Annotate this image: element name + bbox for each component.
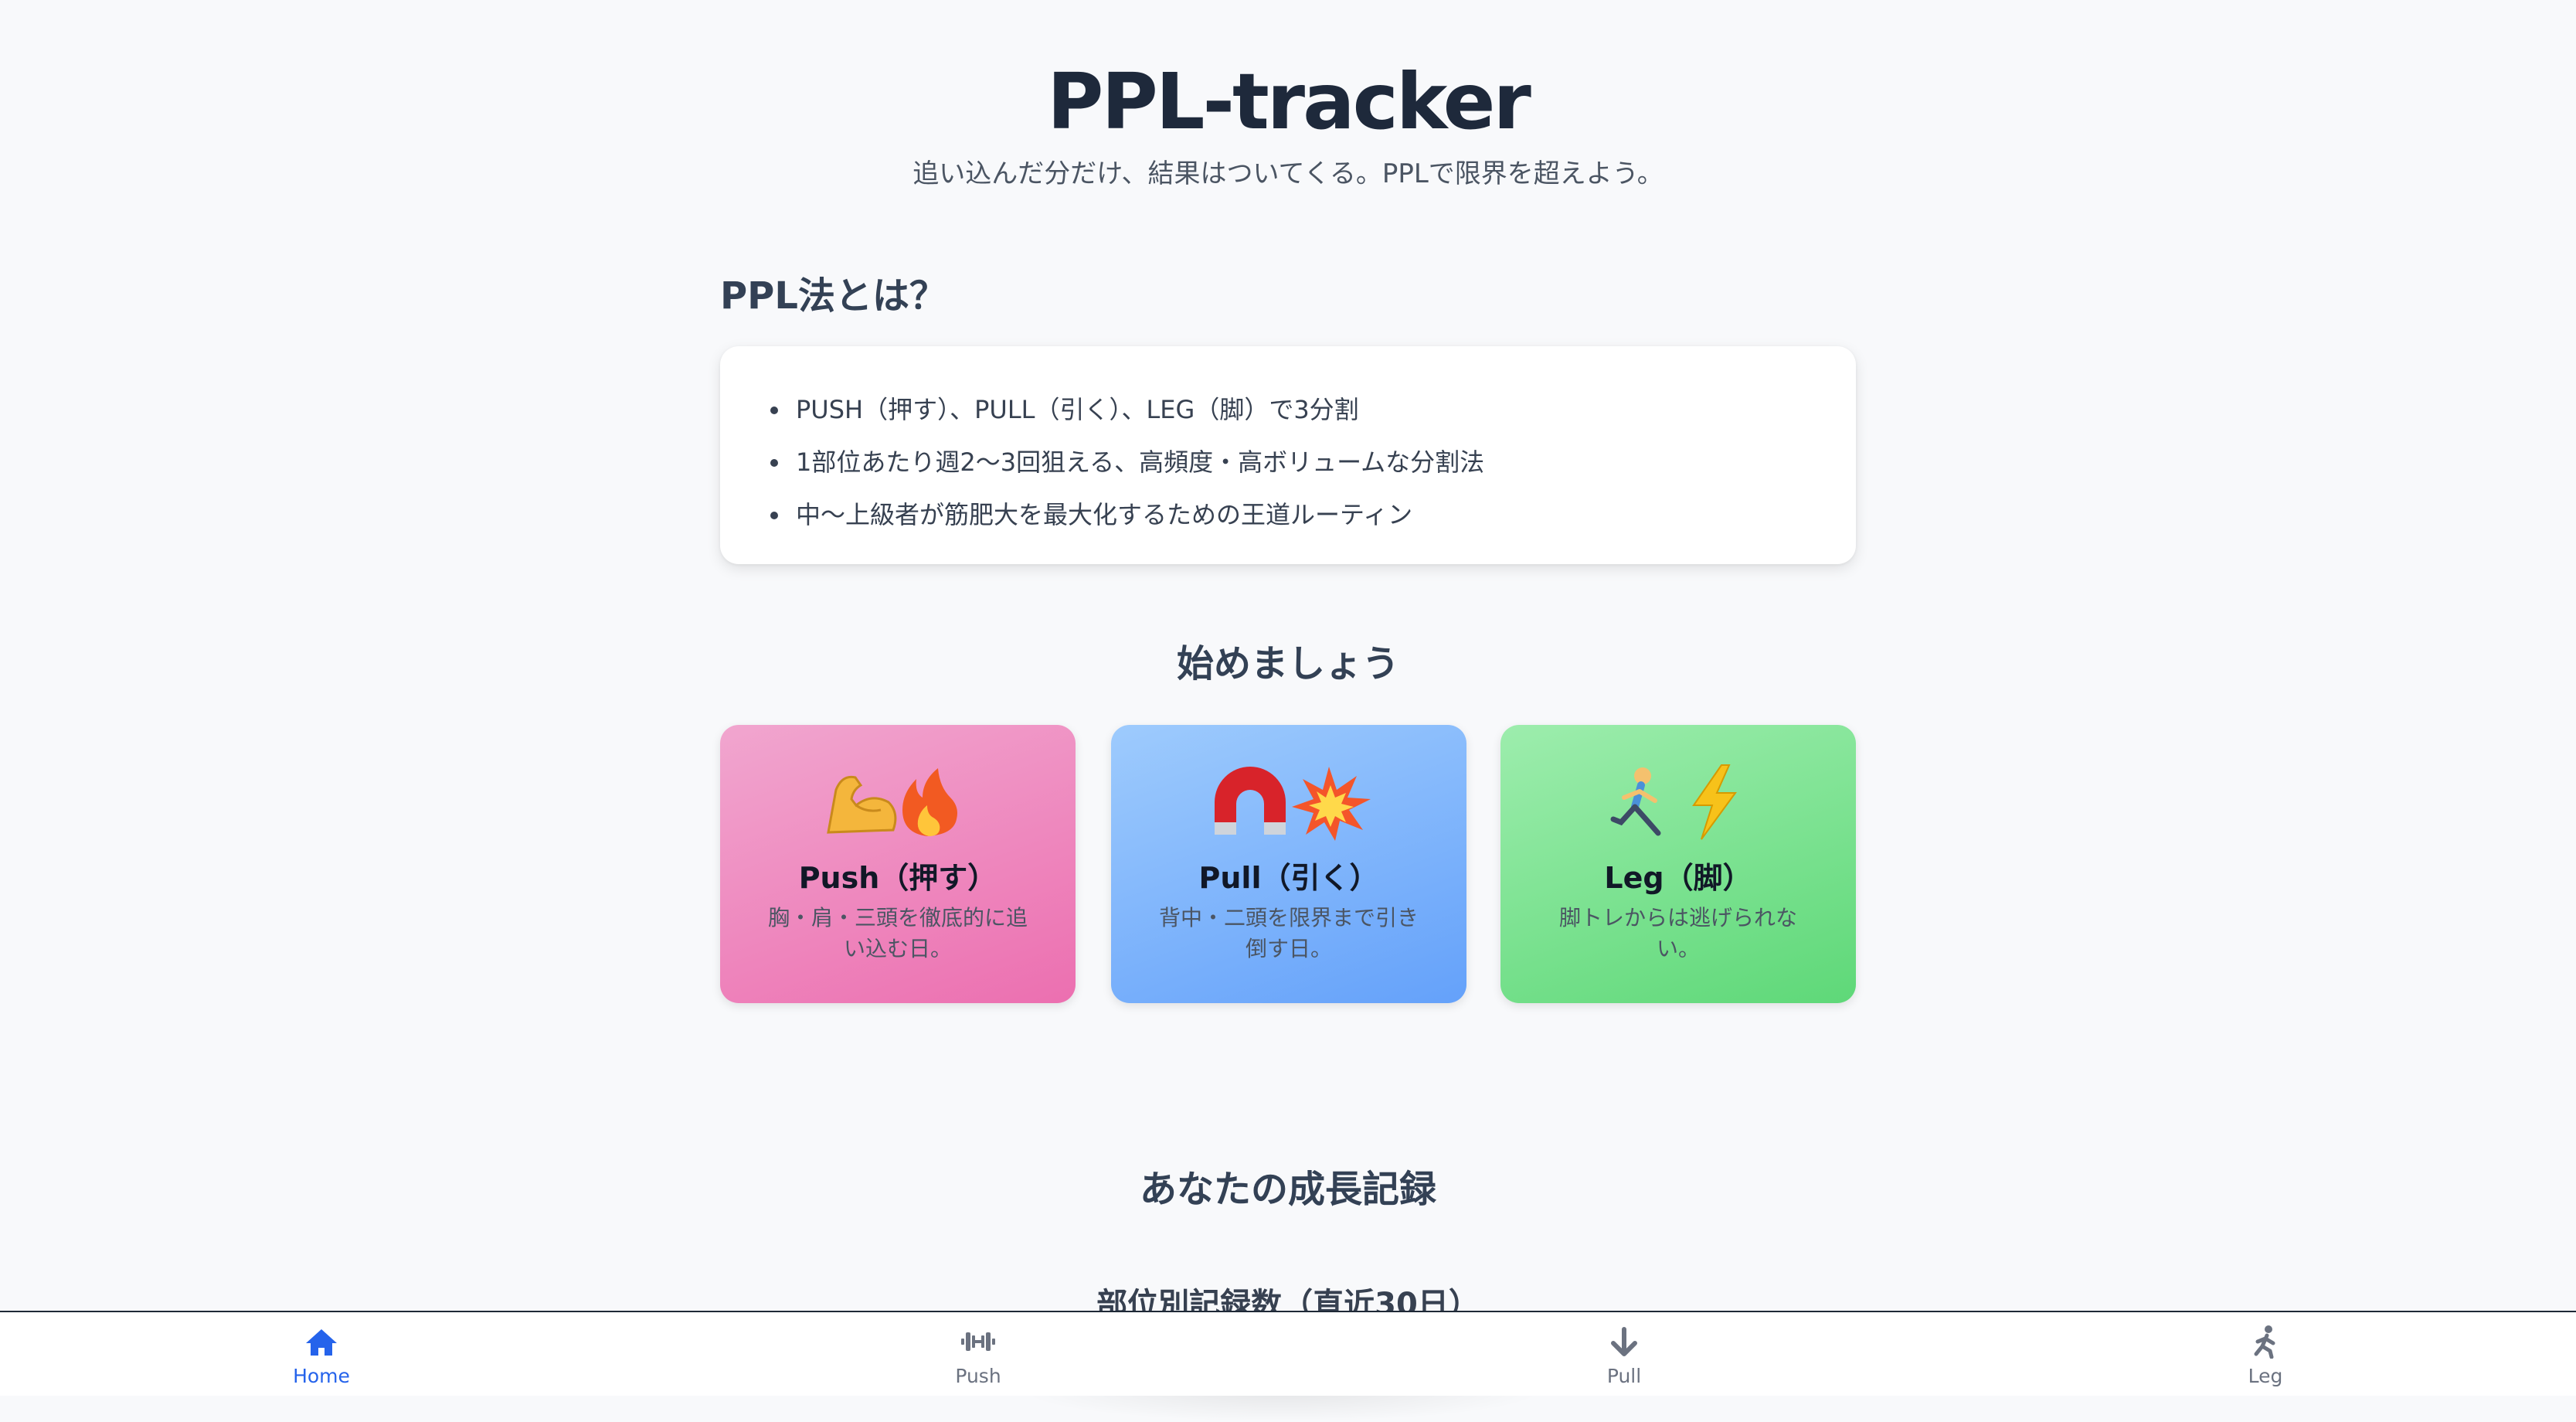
about-heading: PPL法とは？ (720, 274, 946, 318)
push-card-title: Push（押す） (798, 861, 997, 895)
nav-home-label: Home (293, 1365, 350, 1387)
app-title: PPL-tracker (1047, 56, 1531, 147)
leg-card-title: Leg（脚） (1604, 861, 1752, 895)
push-card[interactable]: Push（押す） 胸・肩・三頭を徹底的に追い込む日。 (720, 725, 1076, 1003)
nav-pull-label: Pull (1606, 1365, 1642, 1387)
about-item: 1部位あたり週2〜3回狙える、高頻度・高ボリュームな分割法 (791, 436, 1856, 488)
bottom-nav: Home Push Pull Leg (0, 1311, 2576, 1396)
leg-card[interactable]: Leg（脚） 脚トレからは逃げられない。 (1500, 725, 1856, 1003)
push-card-desc: 胸・肩・三頭を徹底的に追い込む日。 (767, 905, 1028, 961)
collision-icon (1292, 767, 1371, 841)
nav-leg[interactable]: Leg (2173, 1312, 2358, 1396)
lightning-icon (1692, 764, 1737, 840)
about-item: PUSH（押す）、PULL（引く）、LEG（脚）で3分割 (791, 383, 1856, 436)
fire-icon (902, 768, 957, 836)
start-heading: 始めましょう (1176, 642, 1399, 685)
home-icon (306, 1329, 337, 1356)
running-person-icon (1610, 767, 1661, 836)
dumbbell-icon (961, 1332, 995, 1351)
flexed-biceps-icon (827, 775, 897, 834)
arrow-down-icon (1611, 1327, 1637, 1356)
about-list: PUSH（押す）、PULL（引く）、LEG（脚）で3分割 1部位あたり週2〜3回… (720, 346, 1856, 541)
nav-leg-label: Leg (2248, 1365, 2283, 1387)
pull-card-desc: 背中・二頭を限界まで引き倒す日。 (1158, 905, 1419, 961)
leg-card-desc: 脚トレからは逃げられない。 (1558, 905, 1797, 961)
push-emoji-row (720, 759, 1076, 844)
nav-home[interactable]: Home (229, 1312, 414, 1396)
about-item: 中〜上級者が筋肥大を最大化するための王道ルーティン (791, 488, 1856, 541)
leg-emoji-row (1500, 759, 1856, 844)
pull-card-title: Pull（引く） (1198, 861, 1379, 895)
pull-emoji-row (1111, 759, 1466, 844)
about-card: PUSH（押す）、PULL（引く）、LEG（脚）で3分割 1部位あたり週2〜3回… (720, 346, 1856, 564)
nav-push-label: Push (955, 1365, 1001, 1387)
pull-card[interactable]: Pull（引く） 背中・二頭を限界まで引き倒す日。 (1111, 725, 1466, 1003)
nav-pull[interactable]: Pull (1531, 1312, 1717, 1396)
home-page: PPL-tracker 追い込んだ分だけ、結果はついてくる。PPLで限界を超えよ… (0, 0, 2576, 1311)
nav-push[interactable]: Push (885, 1312, 1071, 1396)
workout-cards: Push（押す） 胸・肩・三頭を徹底的に追い込む日。 Pull（引く） 背中・二… (720, 725, 1856, 1005)
growth-heading: あなたの成長記録 (1139, 1168, 1436, 1211)
magnet-icon (1215, 767, 1286, 835)
running-icon (2254, 1325, 2275, 1359)
app-tagline: 追い込んだ分だけ、結果はついてくる。PPLで限界を超えよう。 (912, 158, 1664, 189)
growth-subheading: 部位別記録数（直近30日） (1096, 1287, 1480, 1311)
